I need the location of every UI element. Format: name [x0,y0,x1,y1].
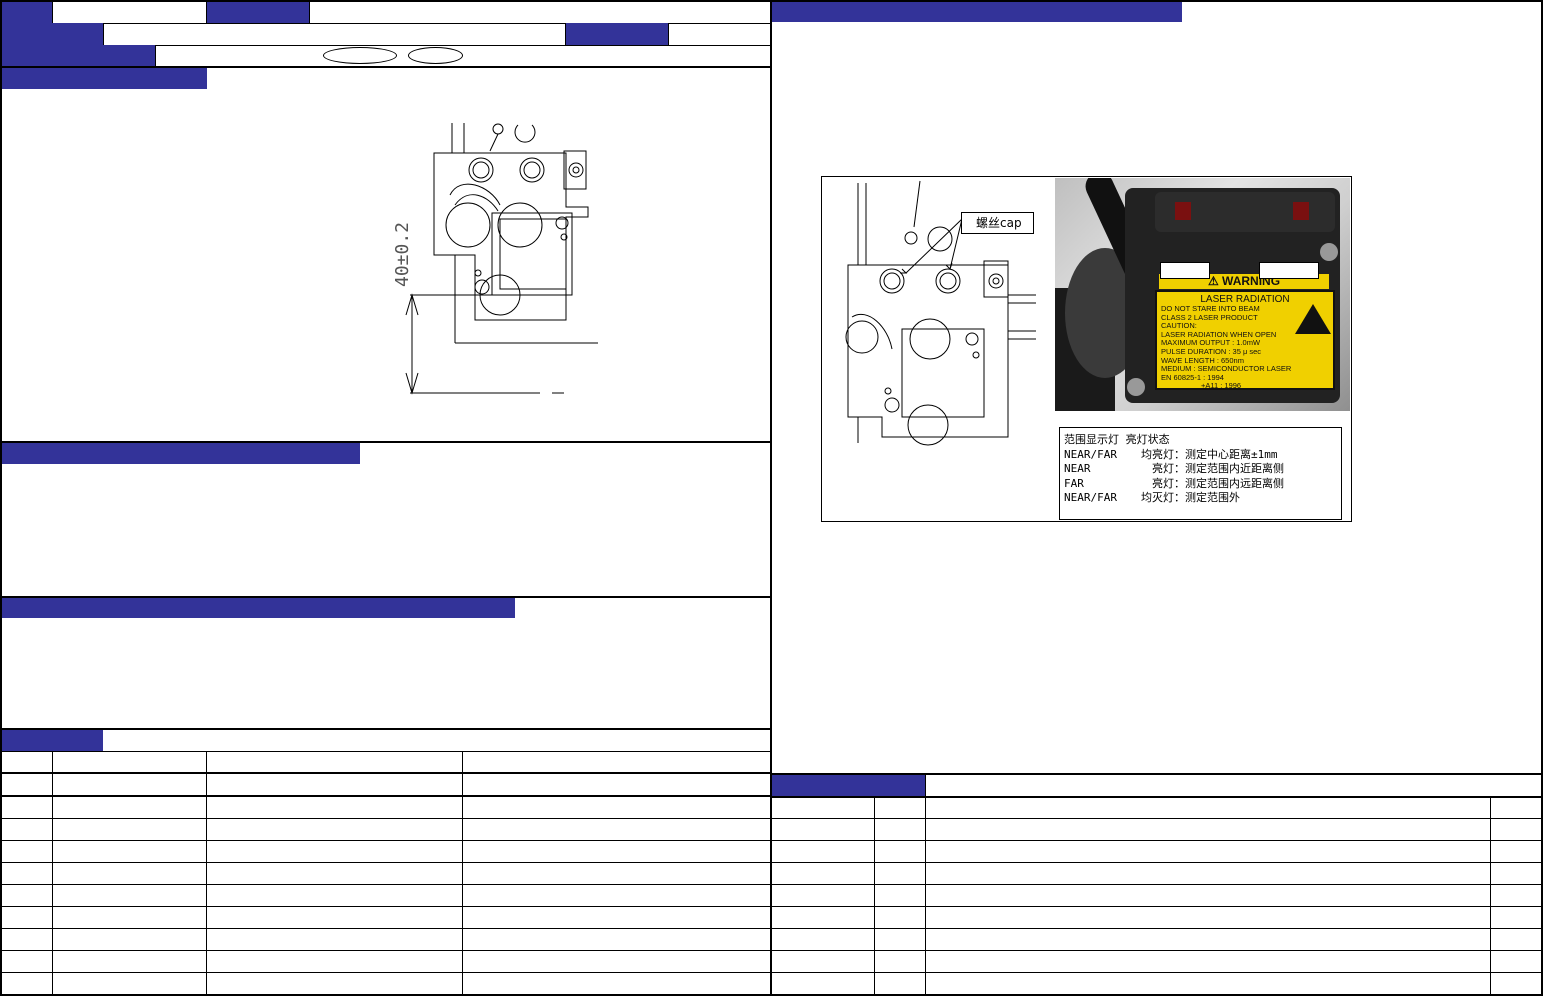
header-cell-3 [2,23,103,45]
legend-row: NEAR/FAR 均亮灯 ：测定中心距离±1mm [1064,447,1278,461]
option-oval-1[interactable] [323,47,397,64]
section-1-header [2,68,207,89]
header-cell-1 [2,2,52,23]
legend-row: FAR 亮灯 ：测定范围内远距离侧 [1064,476,1284,490]
right-table-header [772,775,925,796]
laser-hazard-icon [1295,304,1331,334]
option-oval-2[interactable] [408,47,463,64]
far-tag [1259,262,1319,279]
right-section-header [772,2,1182,22]
legend-row: NEAR/FAR 均灭灯 ：测定范围外 [1064,491,1240,505]
laser-line-11: +A11 : 1996 [1201,381,1242,391]
callout-box: 螺丝cap [961,212,1034,234]
near-tag [1160,262,1210,279]
laser-line-10: EN 60825-1 : 1994 [1161,372,1224,382]
legend-title: 范围显示灯 亮灯状态 [1064,433,1170,446]
section-3-header [2,598,515,618]
figure-box: 螺丝cap ⚠ WARNING LASER RADIATION DO NOT S… [821,176,1352,522]
legend-row: NEAR 亮灯 ：测定范围内近距离侧 [1064,462,1284,476]
dimension-label: 40±0.2 [392,222,413,287]
center-divider [770,0,772,996]
header-cell-4 [566,23,668,45]
left-table-header [2,730,103,751]
header-cell-2 [207,2,309,23]
callout-label: 螺丝cap [976,216,1022,230]
legend-box: 范围显示灯 亮灯状态 NEAR/FAR 均亮灯 ：测定中心距离±1mm NEAR… [1059,427,1342,520]
mount-drawing: 40±0.2 [392,123,598,395]
section-2-header [2,443,360,464]
header-cell-5 [2,45,155,66]
sensor-photo: ⚠ WARNING LASER RADIATION DO NOT STARE I… [1055,178,1350,411]
